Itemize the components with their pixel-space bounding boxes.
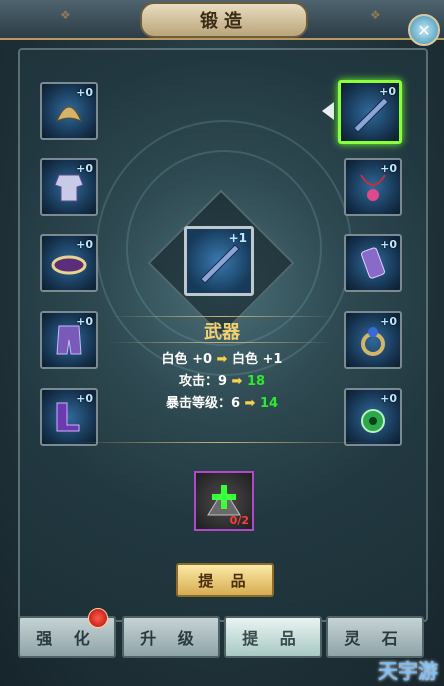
arrow-icon: ➡ [216,352,228,367]
quality-to: 白色 +1 [231,352,283,367]
ornament-right: ❖ [370,8,381,22]
target-level: +1 [228,231,247,245]
material-slot[interactable]: 0/2 [194,471,254,531]
watermark-logo: 天宇游 [378,659,438,683]
slot-level: +0 [379,85,396,98]
material-count: 0/2 [229,514,249,527]
forge-window: ❖ 锻造 ❖ ✕ +0 +0 +0 +0 +0 +0 +0 +0 +0 +0 +… [0,0,444,686]
divider-top [110,316,334,317]
quality-line: 白色 +0 ➡ 白色 +1 [0,348,444,367]
divider-mid [110,342,334,343]
slot-armor[interactable]: +0 [40,158,98,216]
close-icon: ✕ [417,20,431,40]
ornament-left: ❖ [60,8,71,22]
attack-to: 18 [246,374,266,389]
slot-helmet[interactable]: +0 [40,82,98,140]
slot-level: +0 [76,162,93,175]
slot-level: +0 [380,238,397,251]
attack-label: 攻击：9 [178,374,227,389]
slot-necklace[interactable]: +0 [344,158,402,216]
crit-line: 暴击等级：6 ➡ 14 [0,392,444,411]
selection-pointer [322,102,334,120]
window-title: 锻造 [200,11,248,32]
slot-level: +0 [76,238,93,251]
arrow-icon: ➡ [244,396,256,411]
divider-bottom [72,442,372,443]
notification-badge [88,608,108,628]
item-name: 武器 [204,322,240,343]
crit-label: 暴击等级：6 [165,396,240,411]
attack-line: 攻击：9 ➡ 18 [0,370,444,389]
slot-level: +0 [76,86,93,99]
tab-upgrade-quality[interactable]: 提 品 [224,616,322,658]
tab-level-up[interactable]: 升 级 [122,616,220,658]
slot-level: +0 [380,162,397,175]
slot-bracer[interactable]: +0 [344,234,402,292]
slot-weapon[interactable]: +0 [338,80,402,144]
title-plate: 锻造 [140,2,308,38]
tab-spirit-stone[interactable]: 灵 石 [326,616,424,658]
crit-to: 14 [259,396,279,411]
upgrade-quality-button[interactable]: 提 品 [176,563,274,597]
close-button[interactable]: ✕ [408,14,440,46]
slot-belt[interactable]: +0 [40,234,98,292]
arrow-icon: ➡ [231,374,243,389]
title-bar: ❖ 锻造 ❖ [0,0,444,40]
quality-from: 白色 +0 [161,352,213,367]
target-item-slot[interactable]: +1 [184,226,254,296]
